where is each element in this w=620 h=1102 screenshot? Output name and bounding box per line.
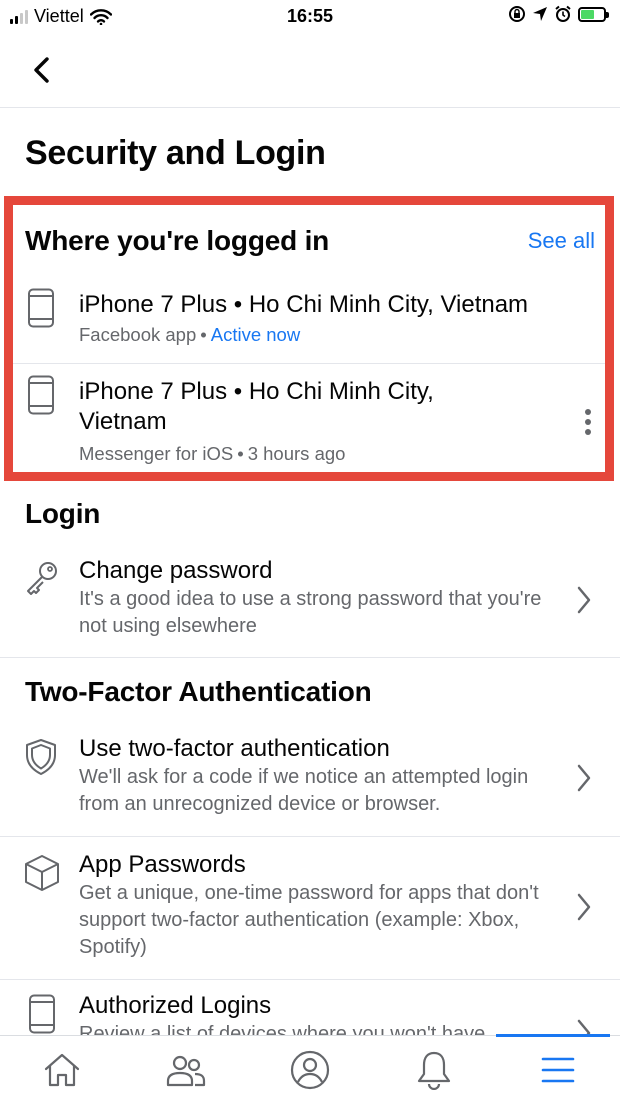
cube-icon <box>25 855 59 891</box>
where-logged-in-section: Where you're logged in See all iPhone 7 … <box>4 196 614 481</box>
chevron-right-icon <box>577 1019 591 1035</box>
tab-profile[interactable] <box>248 1036 372 1102</box>
bell-icon <box>417 1051 451 1090</box>
divider <box>0 836 620 837</box>
divider <box>0 657 620 658</box>
session-status: Active now <box>210 324 301 345</box>
authorized-logins-row[interactable]: Authorized Logins Review a list of devic… <box>0 988 620 1035</box>
chevron-right-icon <box>577 893 591 921</box>
key-icon <box>27 562 57 595</box>
session-status: 3 hours ago <box>247 443 346 464</box>
change-password-row[interactable]: Change password It's a good idea to use … <box>0 552 620 656</box>
more-dots-icon <box>585 409 591 415</box>
friends-icon <box>166 1055 206 1086</box>
session-meta: Messenger for iOS • 3 hours ago <box>79 443 346 464</box>
setting-description: We'll ask for a code if we notice an att… <box>79 766 529 815</box>
use-two-factor-row[interactable]: Use two-factor authentication We'll ask … <box>0 730 620 835</box>
battery-icon <box>578 6 609 22</box>
chevron-left-icon <box>34 57 49 83</box>
shield-icon <box>26 739 56 775</box>
phone-icon <box>28 375 54 415</box>
status-bar: Viettel 16:55 <box>0 0 620 34</box>
session-meta: Facebook app • Active now <box>79 324 301 345</box>
tab-menu[interactable] <box>496 1034 620 1102</box>
session-app: Facebook app <box>79 324 197 345</box>
session-device: iPhone 7 Plus • Ho Chi Minh City, Vietna… <box>79 291 529 318</box>
tab-notifications[interactable] <box>372 1036 496 1102</box>
profile-icon <box>290 1050 330 1089</box>
home-icon <box>44 1053 80 1086</box>
status-icons <box>508 5 609 23</box>
session-row[interactable]: iPhone 7 Plus • Ho Chi Minh City, Vietna… <box>13 365 605 472</box>
two-factor-section-title: Two-Factor Authentication <box>25 676 372 707</box>
page-title: Security and Login <box>25 134 326 172</box>
rotation-lock-icon <box>509 6 525 22</box>
setting-description: Get a unique, one-time password for apps… <box>79 882 539 958</box>
session-more-button[interactable] <box>585 409 591 435</box>
divider <box>0 979 620 980</box>
nav-header <box>0 34 620 108</box>
chevron-right-icon <box>577 586 591 614</box>
tab-friends[interactable] <box>124 1036 248 1102</box>
alarm-icon <box>555 5 571 22</box>
setting-title: App Passwords <box>79 851 246 878</box>
setting-title: Change password <box>79 557 273 584</box>
bottom-tab-bar <box>0 1034 620 1102</box>
session-device: iPhone 7 Plus • Ho Chi Minh City, Vietna… <box>79 378 434 435</box>
app-passwords-row[interactable]: App Passwords Get a unique, one-time pas… <box>0 846 620 978</box>
session-app: Messenger for iOS <box>79 443 234 464</box>
see-all-link[interactable]: See all <box>528 228 595 254</box>
setting-title: Authorized Logins <box>79 992 272 1019</box>
login-section-title: Login <box>25 498 101 529</box>
chevron-right-icon <box>577 764 591 792</box>
setting-description: It's a good idea to use a strong passwor… <box>79 588 542 637</box>
phone-icon <box>29 994 55 1034</box>
phone-icon <box>28 288 54 328</box>
setting-description: Review a list of devices where you won't… <box>79 1023 486 1035</box>
session-row[interactable]: iPhone 7 Plus • Ho Chi Minh City, Vietna… <box>13 278 605 364</box>
where-logged-in-title: Where you're logged in <box>25 225 330 256</box>
tab-home[interactable] <box>0 1036 124 1102</box>
setting-title: Use two-factor authentication <box>79 735 390 762</box>
menu-icon <box>541 1057 575 1082</box>
location-icon <box>533 7 547 21</box>
back-button[interactable] <box>22 50 62 90</box>
